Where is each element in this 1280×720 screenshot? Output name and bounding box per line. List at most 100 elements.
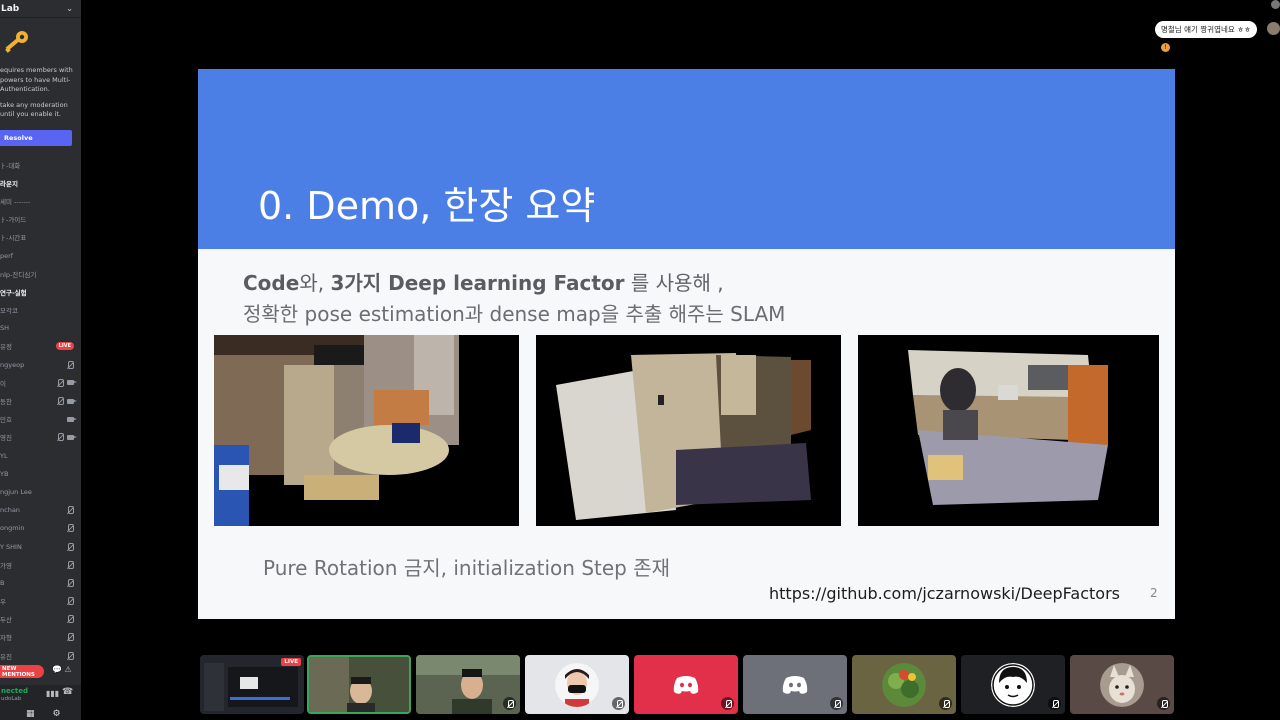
camera-icon: [67, 380, 77, 386]
participant-tile-camera-2[interactable]: [416, 655, 520, 714]
slide-line1-code: Code: [243, 271, 300, 295]
sidebar-channel-item[interactable]: 라운지: [0, 174, 81, 192]
live-badge: LIVE: [55, 342, 74, 351]
participant-tile-avatar-1[interactable]: [525, 655, 629, 714]
sidebar-channel-item[interactable]: B: [0, 574, 81, 592]
sidebar-channel-item[interactable]: 연구-실험: [0, 283, 81, 301]
sidebar-channel-label: 이: [0, 379, 6, 388]
sidebar-channel-item[interactable]: 영진: [0, 428, 81, 446]
muted-mic-icon: [66, 633, 74, 642]
muted-mic-icon: [612, 697, 625, 710]
sidebar-channel-label: 유정: [0, 343, 12, 352]
channel-status-icons: [66, 542, 74, 551]
channel-status-icons: [65, 416, 77, 422]
channel-status-icons: [66, 597, 74, 606]
sidebar-channel-item[interactable]: ㅏ-대화: [0, 156, 81, 174]
sidebar-channel-item[interactable]: 모각코: [0, 301, 81, 319]
sidebar-channel-label: 라운지: [0, 179, 18, 188]
sidebar-channel-label: 유진: [0, 652, 12, 661]
muted-mic-icon: [66, 524, 74, 533]
sidebar-channel-item[interactable]: ㅏ-가이드: [0, 210, 81, 228]
sidebar-channel-item[interactable]: perf: [0, 246, 81, 264]
sidebar-channel-label: ngjun Lee: [0, 487, 32, 496]
participant-tile-avatar-4[interactable]: [1070, 655, 1174, 714]
reaction-emoji-icon[interactable]: !: [1161, 43, 1170, 52]
sidebar-channel-label: B: [0, 578, 5, 587]
demo-reconstruction-image-1: [214, 335, 519, 526]
discord-logo-icon: [673, 675, 699, 694]
sidebar-channel-label: 세미 -------: [0, 197, 31, 206]
user-avatar: [882, 662, 926, 707]
sidebar-channel-label: 가영: [0, 561, 12, 570]
sidebar-channel-label: ngyeop: [0, 360, 25, 369]
slide-summary-line-2: 정확한 pose estimation과 dense map을 추출 해주는 S…: [243, 302, 786, 326]
sidebar-channel-label: 자형: [0, 634, 12, 643]
demo-reconstruction-image-3: [858, 335, 1159, 526]
slide-line1-rest: 를 사용해 ,: [624, 271, 724, 295]
sidebar-channel-item[interactable]: 세미 -------: [0, 192, 81, 210]
sidebar-channel-item[interactable]: 가영: [0, 556, 81, 574]
muted-mic-icon: [1157, 697, 1170, 710]
sidebar-channel-label: ㅏ-가이드: [0, 216, 27, 225]
slide-note: Pure Rotation 금지, initialization Step 존재: [263, 556, 671, 580]
camera-icon: [67, 434, 77, 440]
participant-tile-avatar-2[interactable]: [852, 655, 956, 714]
voice-server: udoLab: [1, 696, 22, 702]
sidebar-channel-item[interactable]: nlp-잔디심기: [0, 265, 81, 283]
sidebar-channel-item[interactable]: Y SHIN: [0, 537, 81, 555]
sidebar-channel-item[interactable]: ㅏ-시간표: [0, 228, 81, 246]
sidebar-channel-item[interactable]: 우: [0, 592, 81, 610]
sidebar-channel-label: perf: [0, 251, 14, 260]
channel-list: ㅏ-대화라운지세미 ------- ㅏ-가이드 ㅏ-시간표 perf nlp-잔디심기연…: [0, 156, 81, 665]
inbox-icon[interactable]: 💬 ⚠: [52, 665, 72, 674]
sidebar-channel-item[interactable]: 이: [0, 374, 81, 392]
sidebar-channel-item[interactable]: SH: [0, 319, 81, 337]
mfa-description: equires members with powers to have Mult…: [0, 66, 73, 93]
camera-icon: [67, 416, 77, 422]
sidebar-channel-item[interactable]: 민호: [0, 410, 81, 428]
signal-icon[interactable]: ▮▮▮: [46, 689, 59, 698]
chat-user-avatar[interactable]: [1267, 22, 1280, 35]
sidebar-channel-item[interactable]: nchan: [0, 501, 81, 519]
channel-status-icons: [66, 360, 74, 369]
sidebar-channel-item[interactable]: ngyeop: [0, 356, 81, 374]
participant-tile-avatar-3[interactable]: [961, 655, 1065, 714]
sidebar-channel-item[interactable]: 동찬: [0, 392, 81, 410]
user-avatar: [1100, 662, 1144, 707]
sidebar-channel-item[interactable]: YL: [0, 447, 81, 465]
muted-mic-icon: [66, 651, 74, 660]
muted-mic-icon: [66, 560, 74, 569]
participant-tile-camera-1[interactable]: [307, 655, 411, 714]
sidebar-channel-label: SH: [0, 324, 10, 333]
muted-mic-icon: [56, 397, 64, 406]
slide-page-number: 2: [1150, 586, 1158, 600]
participant-tile-stream[interactable]: LIVE: [200, 655, 304, 714]
sidebar-channel-item[interactable]: ngjun Lee: [0, 483, 81, 501]
sidebar-channel-item[interactable]: 유진: [0, 647, 81, 665]
channel-status-icons: [56, 433, 77, 442]
sidebar-channel-label: ongmin: [0, 524, 25, 533]
sidebar-channel-item[interactable]: 두산: [0, 610, 81, 628]
muted-mic-icon: [66, 506, 74, 515]
resolve-button[interactable]: Resolve: [0, 129, 72, 146]
disconnect-icon[interactable]: ☎: [62, 687, 73, 697]
participant-tile-discord-gray[interactable]: [743, 655, 847, 714]
discord-logo-icon: [782, 675, 808, 694]
server-header[interactable]: Lab ⌄: [0, 0, 81, 18]
chevron-down-icon[interactable]: ⌄: [66, 4, 73, 13]
notification-icon[interactable]: [1271, 0, 1280, 9]
sidebar-channel-item[interactable]: ongmin: [0, 519, 81, 537]
participant-tile-discord-red[interactable]: [634, 655, 738, 714]
activity-icon[interactable]: ▦⚙: [26, 709, 79, 719]
slide-title: 0. Demo, 한장 요약: [258, 184, 596, 228]
sidebar-channel-label: 연구-실험: [0, 288, 27, 297]
new-mentions-badge[interactable]: NEW MENTIONS: [0, 665, 44, 678]
sidebar-channel-item[interactable]: 자형: [0, 628, 81, 646]
channel-status-icons: [66, 651, 74, 660]
chat-message-bubble: 명철님 얘기 짱귀엽네요 ㅎㅎ: [1155, 21, 1257, 38]
muted-mic-icon: [939, 697, 952, 710]
server-name: Lab: [1, 3, 20, 14]
sidebar-channel-label: ㅏ-시간표: [0, 234, 27, 243]
sidebar-channel-item[interactable]: 유정 LIVE: [0, 337, 81, 355]
sidebar-channel-item[interactable]: YB: [0, 465, 81, 483]
